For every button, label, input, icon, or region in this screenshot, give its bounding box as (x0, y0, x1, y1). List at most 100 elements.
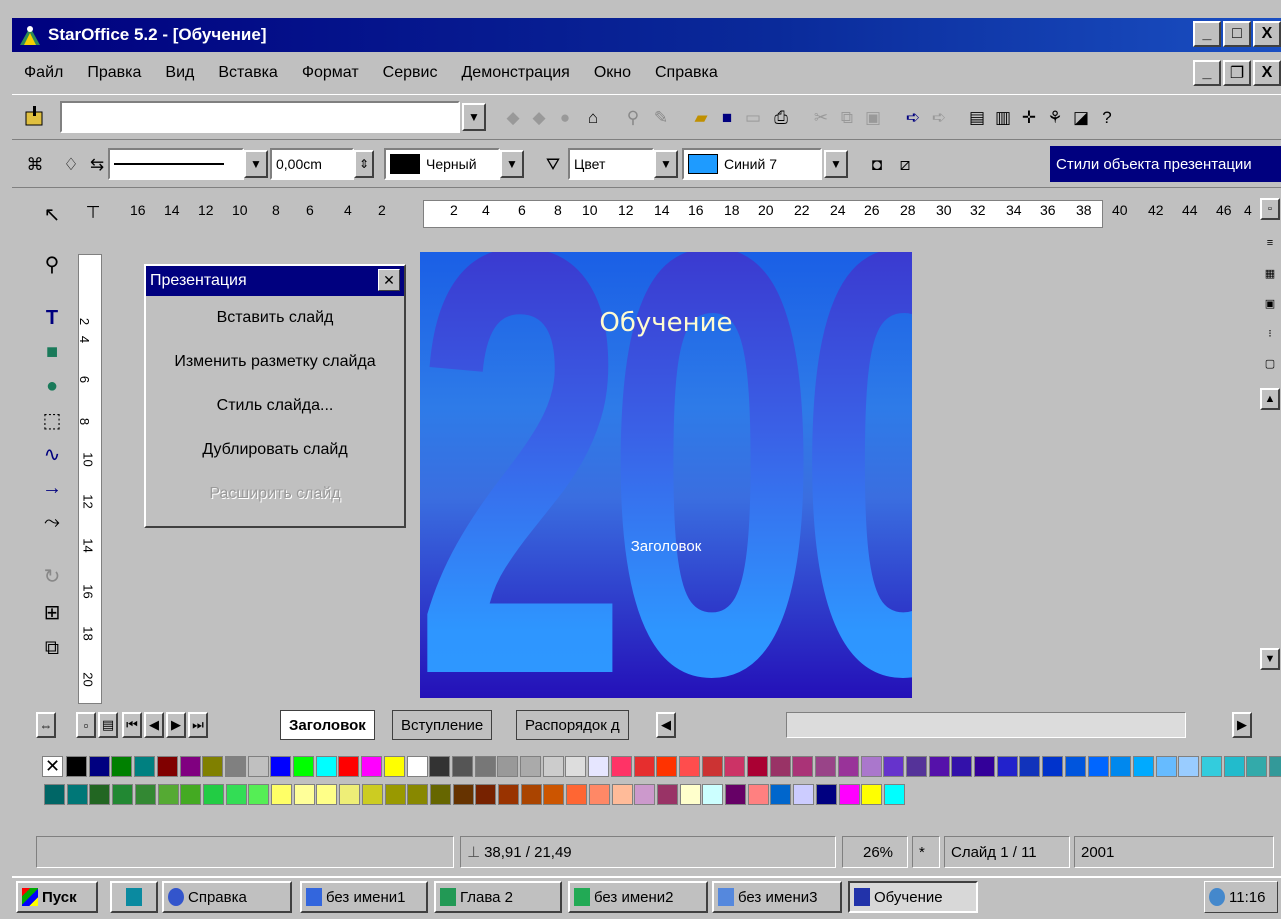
desktop-quicklaunch[interactable] (110, 881, 158, 913)
area-style-select[interactable]: Цвет (568, 148, 654, 180)
palette-color-swatch[interactable] (520, 756, 541, 777)
palette-color-swatch[interactable] (271, 784, 292, 805)
copy-icon[interactable]: ⧉ (834, 105, 860, 131)
palette-color-swatch[interactable] (89, 784, 111, 805)
tab-title-slide[interactable]: Заголовок (280, 710, 375, 740)
curve-icon[interactable]: ∿ (36, 438, 68, 470)
menu-help[interactable]: Справка (643, 64, 730, 82)
view-toggle-icon[interactable]: ⇔ (36, 712, 56, 738)
palette-color-swatch[interactable] (134, 756, 156, 777)
insert-mode-field[interactable]: * (912, 836, 940, 868)
palette-color-swatch[interactable] (747, 756, 768, 777)
notes-view-icon[interactable]: ⁝ (1260, 322, 1280, 344)
palette-color-swatch[interactable] (407, 784, 429, 805)
palette-color-swatch[interactable] (88, 756, 110, 777)
palette-color-swatch[interactable] (315, 756, 337, 777)
menu-file[interactable]: Файл (12, 64, 75, 82)
palette-color-swatch[interactable] (928, 756, 950, 777)
taskbar-task[interactable]: без имени3 (712, 881, 842, 913)
line-arrow-icon[interactable]: → (36, 472, 68, 504)
palette-color-swatch[interactable] (452, 784, 474, 805)
title-bar[interactable]: StarOffice 5.2 - [Обучение] _ □ X (12, 18, 1281, 52)
line-width-input[interactable]: 0,00cm (270, 148, 354, 180)
palette-color-swatch[interactable] (1155, 756, 1177, 777)
zoom-icon[interactable]: ⚲ (36, 248, 68, 280)
palette-color-swatch[interactable] (634, 784, 656, 805)
slide-subtitle[interactable]: Заголовок (420, 538, 912, 555)
first-slide-icon[interactable]: ⏮ (122, 712, 142, 738)
palette-color-swatch[interactable] (565, 756, 587, 777)
mail-icon[interactable]: ▭ (740, 105, 766, 131)
taskbar-task[interactable]: без имени1 (300, 881, 428, 913)
crosshair-icon[interactable]: ✛ (1016, 105, 1042, 131)
palette-color-swatch[interactable] (1042, 756, 1064, 777)
palette-color-swatch[interactable] (429, 784, 451, 805)
edit-file-icon[interactable]: ✎ (648, 105, 674, 131)
prev-slide-icon[interactable]: ◀ (144, 712, 164, 738)
duplicate-slide-item[interactable]: Дублировать слайд (146, 428, 404, 472)
palette-color-swatch[interactable] (1110, 756, 1132, 777)
palette-color-swatch[interactable] (724, 756, 746, 777)
paste-icon[interactable]: ▣ (860, 105, 886, 131)
palette-color-swatch[interactable] (406, 756, 428, 777)
slide-canvas[interactable]: 2001 Обучение Заголовок (420, 252, 912, 698)
palette-color-swatch[interactable] (793, 784, 815, 805)
palette-color-swatch[interactable] (837, 756, 859, 777)
palette-color-swatch[interactable] (1269, 756, 1281, 777)
insert-slide-item[interactable]: Вставить слайд (146, 296, 404, 340)
draw-functions-icon[interactable]: ◪ (1068, 105, 1094, 131)
handout-view-icon[interactable]: ▢ (1260, 352, 1280, 374)
palette-color-swatch[interactable] (66, 756, 87, 777)
open-icon[interactable]: ▰ (688, 105, 714, 131)
ellipse-icon[interactable]: ● (36, 370, 68, 402)
palette-color-swatch[interactable] (905, 756, 927, 777)
palette-color-swatch[interactable] (1087, 756, 1109, 777)
save-icon[interactable]: ■ (714, 105, 740, 131)
redo-icon[interactable]: ➪ (926, 105, 952, 131)
undo-icon[interactable]: ➪ (900, 105, 926, 131)
tray-network-icon[interactable] (1209, 888, 1225, 906)
palette-color-swatch[interactable] (566, 784, 588, 805)
connector-icon[interactable]: ⤳ (36, 506, 68, 538)
palette-color-swatch[interactable] (111, 756, 133, 777)
palette-color-swatch[interactable] (883, 756, 905, 777)
slide-title[interactable]: Обучение (420, 308, 912, 338)
palette-color-swatch[interactable] (951, 756, 973, 777)
palette-color-swatch[interactable] (202, 784, 224, 805)
palette-color-swatch[interactable] (860, 756, 882, 777)
palette-color-swatch[interactable] (610, 756, 632, 777)
palette-color-swatch[interactable] (702, 784, 724, 805)
palette-color-swatch[interactable] (1223, 756, 1245, 777)
line-width-spinner[interactable]: ⇕ (354, 150, 374, 178)
palette-color-swatch[interactable] (1178, 756, 1200, 777)
palette-color-swatch[interactable] (498, 784, 519, 805)
palette-color-swatch[interactable] (679, 784, 701, 805)
palette-color-swatch[interactable] (384, 784, 406, 805)
palette-color-swatch[interactable] (112, 784, 134, 805)
text-tool-icon[interactable]: T (36, 302, 68, 334)
palette-color-swatch[interactable] (157, 784, 179, 805)
tab-schedule-slide[interactable]: Распорядок д (516, 710, 629, 740)
area-color-dropdown-arrow[interactable]: ▼ (824, 150, 848, 178)
menu-presentation[interactable]: Демонстрация (449, 64, 581, 82)
palette-color-swatch[interactable] (656, 784, 678, 805)
no-fill-icon[interactable]: ✕ (42, 756, 63, 777)
stylist-icon[interactable]: ▥ (990, 105, 1016, 131)
area-fill-icon[interactable]: ⛛ (540, 152, 566, 178)
line-color-select[interactable]: Черный (384, 148, 500, 180)
open-folder-icon[interactable] (22, 103, 48, 129)
3d-object-icon[interactable]: ⬚ (36, 404, 68, 436)
line-style-dropdown-arrow[interactable]: ▼ (244, 150, 268, 178)
tab-intro-slide[interactable]: Вступление (392, 710, 493, 740)
palette-color-swatch[interactable] (520, 784, 542, 805)
palette-color-swatch[interactable] (725, 784, 746, 805)
palette-color-swatch[interactable] (633, 756, 655, 777)
palette-color-swatch[interactable] (678, 756, 700, 777)
palette-color-swatch[interactable] (974, 756, 995, 777)
palette-color-swatch[interactable] (225, 784, 247, 805)
zoom-field[interactable]: 26% (842, 836, 908, 868)
palette-color-swatch[interactable] (383, 756, 405, 777)
palette-color-swatch[interactable] (588, 756, 610, 777)
palette-color-swatch[interactable] (293, 784, 315, 805)
palette-color-swatch[interactable] (247, 756, 269, 777)
